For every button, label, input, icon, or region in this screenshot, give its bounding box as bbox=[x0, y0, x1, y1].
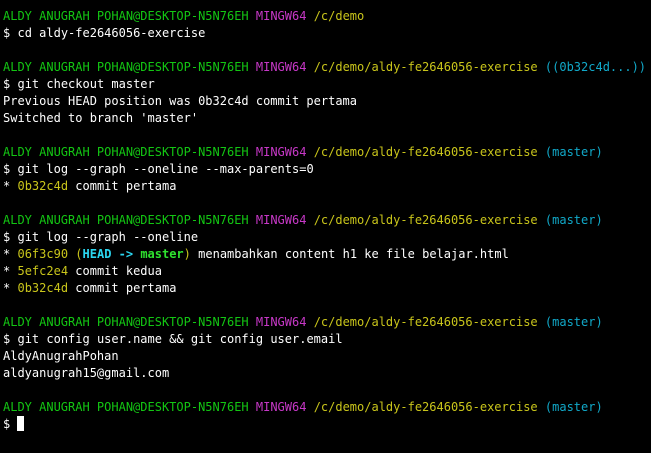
terminal-window[interactable]: ALDY ANUGRAH POHAN@DESKTOP-N5N76EH MINGW… bbox=[0, 0, 651, 453]
command-text: git log --graph --oneline --max-parents=… bbox=[17, 162, 314, 176]
graph-star: * bbox=[3, 281, 11, 295]
prompt-user-host: ALDY ANUGRAH POHAN@DESKTOP-N5N76EH bbox=[3, 213, 249, 227]
prompt-user-host: ALDY ANUGRAH POHAN@DESKTOP-N5N76EH bbox=[3, 9, 249, 23]
prompt-path: /c/demo bbox=[313, 9, 365, 23]
prompt-user-host: ALDY ANUGRAH POHAN@DESKTOP-N5N76EH bbox=[3, 145, 249, 159]
prompt-shell: MINGW64 bbox=[255, 213, 307, 227]
ref-close-paren: ) bbox=[183, 247, 191, 261]
prompt-branch: ((0b32c4d...)) bbox=[544, 60, 647, 74]
output-line: aldyanugrah15@gmail.com bbox=[3, 366, 170, 380]
prompt-branch: (master) bbox=[544, 213, 603, 227]
prompt-shell: MINGW64 bbox=[255, 400, 307, 414]
prompt-symbol: $ bbox=[3, 332, 11, 346]
prompt-line: ALDY ANUGRAH POHAN@DESKTOP-N5N76EH MINGW… bbox=[3, 8, 651, 25]
graph-star: * bbox=[3, 264, 11, 278]
prompt-shell: MINGW64 bbox=[255, 9, 307, 23]
prompt-line: ALDY ANUGRAH POHAN@DESKTOP-N5N76EH MINGW… bbox=[3, 144, 651, 161]
prompt-symbol: $ bbox=[3, 162, 11, 176]
prompt-shell: MINGW64 bbox=[255, 145, 307, 159]
commit-hash: 06f3c90 bbox=[17, 247, 69, 261]
ref-open-paren: ( bbox=[75, 247, 83, 261]
graph-star: * bbox=[3, 179, 11, 193]
prompt-user-host: ALDY ANUGRAH POHAN@DESKTOP-N5N76EH bbox=[3, 315, 249, 329]
commit-message: commit pertama bbox=[75, 179, 177, 193]
prompt-symbol: $ bbox=[3, 417, 11, 431]
prompt-line: ALDY ANUGRAH POHAN@DESKTOP-N5N76EH MINGW… bbox=[3, 59, 651, 76]
prompt-path: /c/demo/aldy-fe2646056-exercise bbox=[313, 400, 538, 414]
prompt-symbol: $ bbox=[3, 230, 11, 244]
graph-star: * bbox=[3, 247, 11, 261]
text-cursor[interactable] bbox=[17, 416, 25, 431]
ref-head-label: HEAD -> master bbox=[82, 247, 184, 261]
command-line: $ git config user.name && git config use… bbox=[3, 331, 651, 348]
commit-hash: 0b32c4d bbox=[17, 281, 69, 295]
prompt-user-host: ALDY ANUGRAH POHAN@DESKTOP-N5N76EH bbox=[3, 400, 249, 414]
prompt-shell: MINGW64 bbox=[255, 60, 307, 74]
output-line: AldyAnugrahPohan bbox=[3, 349, 119, 363]
prompt-symbol: $ bbox=[3, 77, 11, 91]
log-line: * 06f3c90 (HEAD -> master) menambahkan c… bbox=[3, 246, 651, 263]
output-line: Switched to branch 'master' bbox=[3, 111, 199, 125]
commit-hash: 5efc2e4 bbox=[17, 264, 69, 278]
prompt-line: ALDY ANUGRAH POHAN@DESKTOP-N5N76EH MINGW… bbox=[3, 314, 651, 331]
command-text: git checkout master bbox=[17, 77, 155, 91]
command-line: $ cd aldy-fe2646056-exercise bbox=[3, 25, 651, 42]
command-text: git log --graph --oneline bbox=[17, 230, 199, 244]
output-line: Previous HEAD position was 0b32c4d commi… bbox=[3, 94, 358, 108]
command-line[interactable]: $ bbox=[3, 416, 651, 433]
prompt-symbol: $ bbox=[3, 26, 11, 40]
commit-hash: 0b32c4d bbox=[17, 179, 69, 193]
commit-message: commit pertama bbox=[75, 281, 177, 295]
command-line: $ git log --graph --oneline bbox=[3, 229, 651, 246]
prompt-branch: (master) bbox=[544, 145, 603, 159]
command-text: git config user.name && git config user.… bbox=[17, 332, 343, 346]
prompt-line: ALDY ANUGRAH POHAN@DESKTOP-N5N76EH MINGW… bbox=[3, 212, 651, 229]
command-text: cd aldy-fe2646056-exercise bbox=[17, 26, 206, 40]
prompt-path: /c/demo/aldy-fe2646056-exercise bbox=[313, 213, 538, 227]
prompt-path: /c/demo/aldy-fe2646056-exercise bbox=[313, 315, 538, 329]
command-line: $ git log --graph --oneline --max-parent… bbox=[3, 161, 651, 178]
prompt-branch: (master) bbox=[544, 315, 603, 329]
prompt-branch: (master) bbox=[544, 400, 603, 414]
log-line: * 5efc2e4 commit kedua bbox=[3, 263, 651, 280]
prompt-path: /c/demo/aldy-fe2646056-exercise bbox=[313, 60, 538, 74]
prompt-path: /c/demo/aldy-fe2646056-exercise bbox=[313, 145, 538, 159]
commit-message: menambahkan content h1 ke file belajar.h… bbox=[198, 247, 509, 261]
prompt-line: ALDY ANUGRAH POHAN@DESKTOP-N5N76EH MINGW… bbox=[3, 399, 651, 416]
prompt-shell: MINGW64 bbox=[255, 315, 307, 329]
ref-branch-label: master bbox=[140, 247, 184, 261]
log-line: * 0b32c4d commit pertama bbox=[3, 280, 651, 297]
commit-message: commit kedua bbox=[75, 264, 162, 278]
prompt-user-host: ALDY ANUGRAH POHAN@DESKTOP-N5N76EH bbox=[3, 60, 249, 74]
command-line: $ git checkout master bbox=[3, 76, 651, 93]
log-line: * 0b32c4d commit pertama bbox=[3, 178, 651, 195]
